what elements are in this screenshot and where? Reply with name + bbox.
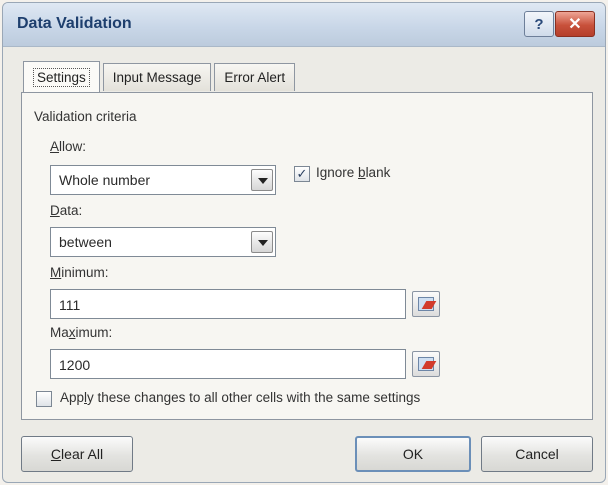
ok-label: OK [402, 446, 424, 462]
maximum-value: 1200 [59, 357, 91, 373]
close-icon: ✕ [568, 16, 582, 33]
validation-criteria-heading: Validation criteria [34, 109, 137, 124]
ignore-blank-label[interactable]: Ignore blank [316, 165, 390, 180]
allow-dropdown-arrow-icon[interactable] [251, 169, 273, 191]
close-button[interactable]: ✕ [555, 11, 595, 37]
tab-strip: Settings Input Message Error Alert [23, 61, 298, 93]
maximum-label: Maximum: [50, 325, 113, 340]
minimum-range-selector-button[interactable] [412, 291, 440, 317]
tab-input-message-label: Input Message [112, 70, 202, 85]
maximum-input[interactable]: 1200 [50, 349, 406, 379]
data-validation-dialog: Data Validation ? ✕ Settings Input Messa… [2, 2, 606, 483]
clear-all-label: Clear All [50, 446, 104, 462]
maximum-range-selector-button[interactable] [412, 351, 440, 377]
help-button[interactable]: ? [524, 11, 554, 37]
tab-input-message[interactable]: Input Message [102, 63, 212, 91]
ok-button[interactable]: OK [355, 436, 471, 472]
apply-all-label[interactable]: Apply these changes to all other cells w… [60, 390, 420, 405]
data-label: Data: [50, 203, 83, 218]
minimum-input[interactable]: 111 [50, 289, 406, 319]
data-dropdown-arrow-icon[interactable] [251, 231, 273, 253]
title-bar: Data Validation ? ✕ [3, 3, 605, 47]
help-icon: ? [534, 15, 544, 33]
clear-all-button[interactable]: Clear All [21, 436, 133, 472]
tab-settings-label: Settings [33, 67, 90, 87]
dialog-title: Data Validation [17, 15, 132, 32]
cancel-label: Cancel [515, 446, 559, 462]
allow-dropdown[interactable]: Whole number [50, 165, 276, 195]
data-dropdown[interactable]: between [50, 227, 276, 257]
settings-panel: Validation criteria Allow: Whole number … [21, 92, 593, 420]
tab-error-alert[interactable]: Error Alert [214, 63, 296, 91]
data-selected-value: between [59, 234, 112, 250]
allow-selected-value: Whole number [59, 172, 151, 188]
allow-label: Allow: [50, 139, 87, 154]
minimum-label: Minimum: [50, 265, 109, 280]
apply-all-checkbox[interactable] [36, 391, 52, 407]
tab-error-alert-label: Error Alert [224, 70, 286, 85]
cancel-button[interactable]: Cancel [481, 436, 593, 472]
minimum-value: 111 [59, 297, 81, 313]
check-icon: ✓ [296, 166, 308, 181]
tab-settings[interactable]: Settings [23, 61, 100, 92]
ignore-blank-checkbox[interactable]: ✓ [294, 166, 310, 182]
